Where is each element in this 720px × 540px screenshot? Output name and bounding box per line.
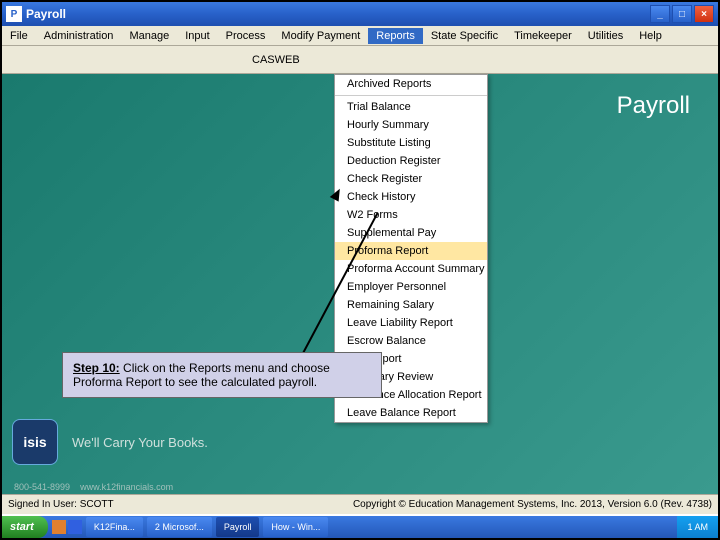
statusbar: Signed In User: SCOTT Copyright © Educat… (2, 494, 718, 514)
menu-item-file[interactable]: File (2, 28, 36, 44)
maximize-button[interactable]: □ (672, 5, 692, 23)
server-label: CASWEB (252, 54, 300, 66)
menu-item-reports[interactable]: Reports (368, 28, 423, 44)
dropdown-item[interactable]: Supplemental Pay (335, 224, 487, 242)
titlebar: P Payroll _ □ × (2, 2, 718, 26)
window-title: Payroll (26, 7, 66, 21)
app-icon: P (6, 6, 22, 22)
contact-info: 800-541-8999 www.k12financials.com (2, 482, 718, 492)
dropdown-item[interactable]: Leave Liability Report (335, 314, 487, 332)
taskbar-item[interactable]: K12Fina... (86, 517, 143, 537)
ql-icon[interactable] (68, 520, 82, 534)
app-window: P Payroll _ □ × FileAdministrationManage… (2, 2, 718, 516)
close-button[interactable]: × (694, 5, 714, 23)
step-label: Step 10: (73, 361, 120, 375)
dropdown-item[interactable]: Employer Personnel (335, 278, 487, 296)
dropdown-item[interactable]: Archived Reports (335, 75, 487, 93)
task-items: K12Fina...2 Microsof...PayrollHow - Win.… (82, 517, 329, 537)
taskbar: start K12Fina...2 Microsof...PayrollHow … (2, 516, 718, 538)
dropdown-item[interactable]: Remaining Salary (335, 296, 487, 314)
main-area: Payroll Archived Reports Trial BalanceHou… (2, 74, 718, 494)
taskbar-item[interactable]: 2 Microsof... (147, 517, 212, 537)
dropdown-item[interactable]: Trial Balance (335, 98, 487, 116)
vendor-logo: isis (12, 419, 58, 465)
dropdown-item[interactable]: Substitute Listing (335, 134, 487, 152)
dropdown-item[interactable]: Deduction Register (335, 152, 487, 170)
dropdown-item[interactable]: W2 Forms (335, 206, 487, 224)
menu-item-administration[interactable]: Administration (36, 28, 122, 44)
quick-launch (52, 520, 82, 534)
dropdown-item[interactable]: Escrow Balance (335, 332, 487, 350)
system-tray[interactable]: 1 AM (677, 516, 718, 538)
menu-item-help[interactable]: Help (631, 28, 670, 44)
callout-arrow (252, 202, 352, 362)
titlebar-buttons: _ □ × (650, 5, 714, 23)
menu-item-process[interactable]: Process (218, 28, 274, 44)
phone: 800-541-8999 (14, 482, 70, 492)
clock: 1 AM (687, 522, 708, 532)
menubar: FileAdministrationManageInputProcessModi… (2, 26, 718, 46)
tagline: We'll Carry Your Books. (72, 435, 208, 450)
menu-item-timekeeper[interactable]: Timekeeper (506, 28, 580, 44)
minimize-button[interactable]: _ (650, 5, 670, 23)
menu-item-modify-payment[interactable]: Modify Payment (273, 28, 368, 44)
menu-item-input[interactable]: Input (177, 28, 217, 44)
signed-in-user: Signed In User: SCOTT (8, 499, 114, 510)
ql-icon[interactable] (52, 520, 66, 534)
start-button[interactable]: start (2, 516, 48, 538)
dropdown-item[interactable]: Proforma Account Summary Report (335, 260, 487, 278)
toolbar: CASWEB (2, 46, 718, 74)
dropdown-item[interactable]: Check Register (335, 170, 487, 188)
footer-row: isis We'll Carry Your Books. (2, 412, 718, 472)
brand-title: Payroll (617, 92, 690, 120)
dropdown-item[interactable]: Hourly Summary (335, 116, 487, 134)
taskbar-item[interactable]: Payroll (216, 517, 260, 537)
menu-item-state-specific[interactable]: State Specific (423, 28, 506, 44)
menu-item-utilities[interactable]: Utilities (580, 28, 631, 44)
copyright: Copyright © Education Management Systems… (353, 499, 712, 510)
instruction-callout: Step 10: Click on the Reports menu and c… (62, 352, 382, 398)
url: www.k12financials.com (80, 482, 173, 492)
dropdown-item[interactable]: Check History (335, 188, 487, 206)
taskbar-item[interactable]: How - Win... (263, 517, 328, 537)
menu-item-manage[interactable]: Manage (121, 28, 177, 44)
